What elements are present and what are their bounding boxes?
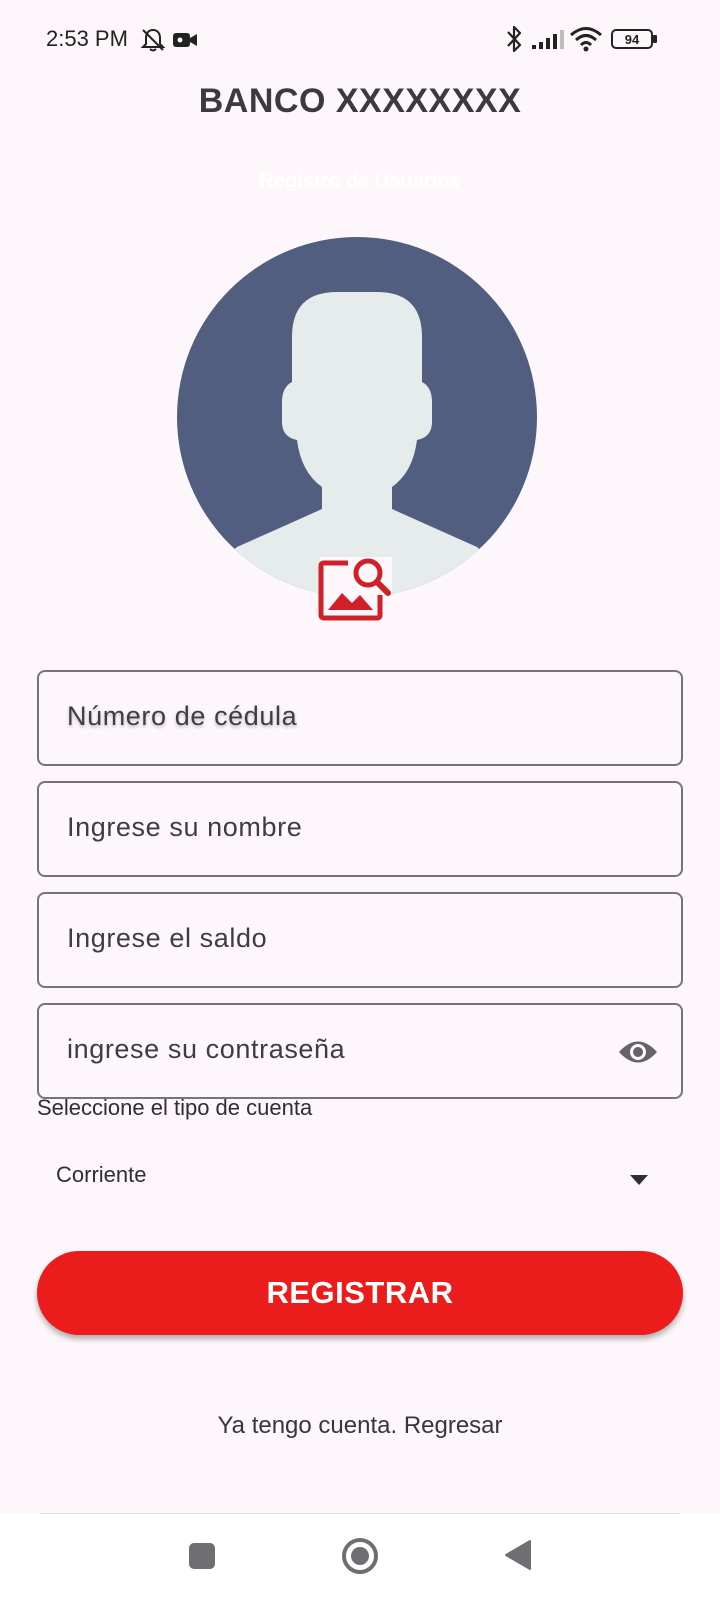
status-bar: 2:53 PM 94	[0, 0, 720, 80]
register-button[interactable]: REGISTRAR	[37, 1251, 683, 1335]
person-avatar-icon[interactable]	[177, 237, 537, 597]
status-time: 2:53 PM	[46, 26, 128, 51]
password-placeholder: ingrese su contraseña	[67, 1034, 346, 1064]
signal-icon	[532, 30, 564, 49]
balance-field[interactable]: Ingrese el saldo	[37, 892, 683, 988]
account-type-select[interactable]: Corriente	[56, 1162, 146, 1188]
battery-level: 94	[625, 32, 640, 47]
name-field[interactable]: Ingrese su nombre	[37, 781, 683, 877]
cedula-placeholder: Número de cédula	[67, 701, 298, 731]
page-title: BANCO XXXXXXXX	[198, 82, 522, 120]
bell-off-icon	[140, 28, 166, 52]
balance-placeholder: Ingrese el saldo	[67, 923, 268, 953]
account-type-label: Seleccione el tipo de cuenta	[37, 1095, 313, 1120]
eye-icon[interactable]	[617, 1037, 659, 1067]
back-triangle-icon[interactable]	[504, 1539, 532, 1571]
recents-square-icon[interactable]	[188, 1542, 216, 1570]
page-subtitle: Registro de Usuarios	[259, 170, 461, 192]
bluetooth-icon	[507, 25, 522, 53]
image-search-icon[interactable]	[318, 555, 394, 625]
home-circle-icon[interactable]	[341, 1537, 379, 1575]
password-field[interactable]: ingrese su contraseña	[37, 1003, 683, 1099]
name-placeholder: Ingrese su nombre	[67, 812, 303, 842]
battery-icon: 94	[611, 29, 657, 49]
navigation-bar	[0, 1514, 720, 1600]
login-link[interactable]: Ya tengo cuenta. Regresar	[0, 1412, 720, 1440]
chevron-down-icon[interactable]	[629, 1174, 649, 1186]
cedula-field[interactable]: Número de cédula	[37, 670, 683, 766]
video-camera-icon	[173, 33, 197, 47]
wifi-icon	[570, 27, 602, 52]
